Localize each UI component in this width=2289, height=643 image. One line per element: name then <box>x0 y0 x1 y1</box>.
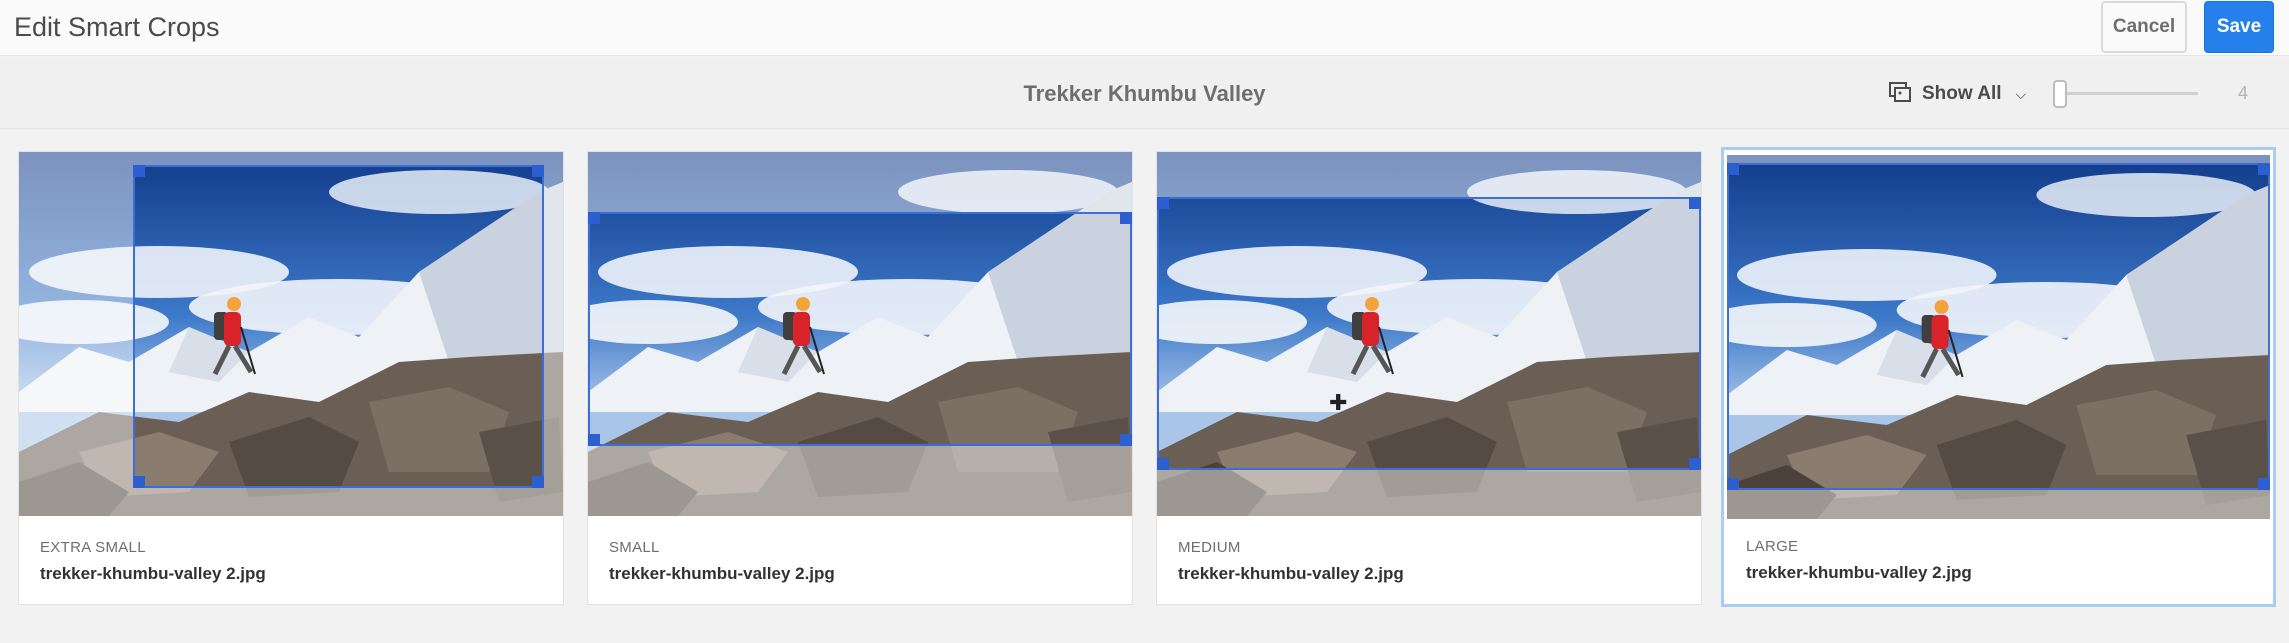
zoom-slider-handle[interactable] <box>2053 80 2067 108</box>
crop-region[interactable] <box>588 212 1132 446</box>
zoom-slider-value: 4 <box>2238 83 2249 103</box>
crop-mask <box>588 152 1132 212</box>
crosshair-icon: ✚ <box>1329 390 1348 415</box>
crop-card-small[interactable]: SMALL trekker-khumbu-valley 2.jpg <box>587 151 1133 605</box>
crop-toolbar: Trekker Khumbu Valley Show All ⌵ 4 <box>0 57 2289 129</box>
crop-handle-bottom-left[interactable] <box>133 476 145 488</box>
crop-handle-bottom-right[interactable] <box>532 476 544 488</box>
chevron-down-icon: ⌵ <box>2015 85 2027 102</box>
crop-mask <box>588 446 1132 516</box>
crop-file-name: trekker-khumbu-valley 2.jpg <box>40 564 266 583</box>
crop-thumbnail[interactable] <box>588 152 1132 516</box>
crop-mask <box>133 152 544 165</box>
crop-handle-bottom-left[interactable] <box>588 434 600 446</box>
crop-mask <box>1727 155 2270 163</box>
crop-region[interactable] <box>1727 163 2270 490</box>
crop-mask <box>1727 490 2270 519</box>
cancel-button[interactable]: Cancel <box>2101 1 2187 53</box>
crop-file-name: trekker-khumbu-valley 2.jpg <box>1746 563 1972 582</box>
crop-thumbnail[interactable] <box>19 152 563 516</box>
crop-file-name: trekker-khumbu-valley 2.jpg <box>1178 564 1404 583</box>
crop-handle-bottom-left[interactable] <box>1727 478 1739 490</box>
app-header: Edit Smart Crops Cancel Save <box>0 0 2289 56</box>
crop-mask <box>544 152 563 516</box>
zoom-slider-track[interactable] <box>2058 92 2198 95</box>
crop-mask <box>1157 470 1701 516</box>
crop-size-label: LARGE <box>1746 538 1799 555</box>
crop-size-label: EXTRA SMALL <box>40 539 146 556</box>
crop-thumbnail[interactable]: ✚ <box>1157 152 1701 516</box>
crop-handle-top-left[interactable] <box>1157 197 1169 209</box>
crop-mask <box>133 488 544 516</box>
crop-handle-top-right[interactable] <box>1689 197 1701 209</box>
crop-card-medium[interactable]: ✚ MEDIUM trekker-khumbu-valley 2.jpg <box>1156 151 1702 605</box>
crop-handle-top-right[interactable] <box>1120 212 1132 224</box>
image-grid-icon <box>1888 80 1912 109</box>
crop-thumbnail[interactable] <box>1727 155 2270 519</box>
crop-handle-top-left[interactable] <box>133 165 145 177</box>
crop-handle-top-left[interactable] <box>588 212 600 224</box>
crop-handle-bottom-right[interactable] <box>1120 434 1132 446</box>
crop-handle-top-right[interactable] <box>532 165 544 177</box>
save-button[interactable]: Save <box>2204 1 2274 53</box>
crop-handle-bottom-right[interactable] <box>1689 458 1701 470</box>
crop-handle-top-right[interactable] <box>2258 163 2270 175</box>
crop-handle-top-left[interactable] <box>1727 163 1739 175</box>
crop-region[interactable] <box>1157 197 1701 470</box>
page-title: Edit Smart Crops <box>14 12 220 42</box>
crop-card-large[interactable]: LARGE trekker-khumbu-valley 2.jpg <box>1721 147 2276 607</box>
crop-file-name: trekker-khumbu-valley 2.jpg <box>609 564 835 583</box>
crop-size-label: SMALL <box>609 539 660 556</box>
crop-handle-bottom-right[interactable] <box>2258 478 2270 490</box>
show-all-label: Show All <box>1922 83 2002 104</box>
crop-handle-bottom-left[interactable] <box>1157 458 1169 470</box>
crop-region[interactable] <box>133 165 544 488</box>
crop-size-label: MEDIUM <box>1178 539 1241 556</box>
crop-mask <box>19 152 133 516</box>
crop-mask <box>1157 152 1701 197</box>
crop-card-extra-small[interactable]: EXTRA SMALL trekker-khumbu-valley 2.jpg <box>18 151 564 605</box>
show-all-dropdown[interactable]: Show All ⌵ <box>1888 79 2026 109</box>
